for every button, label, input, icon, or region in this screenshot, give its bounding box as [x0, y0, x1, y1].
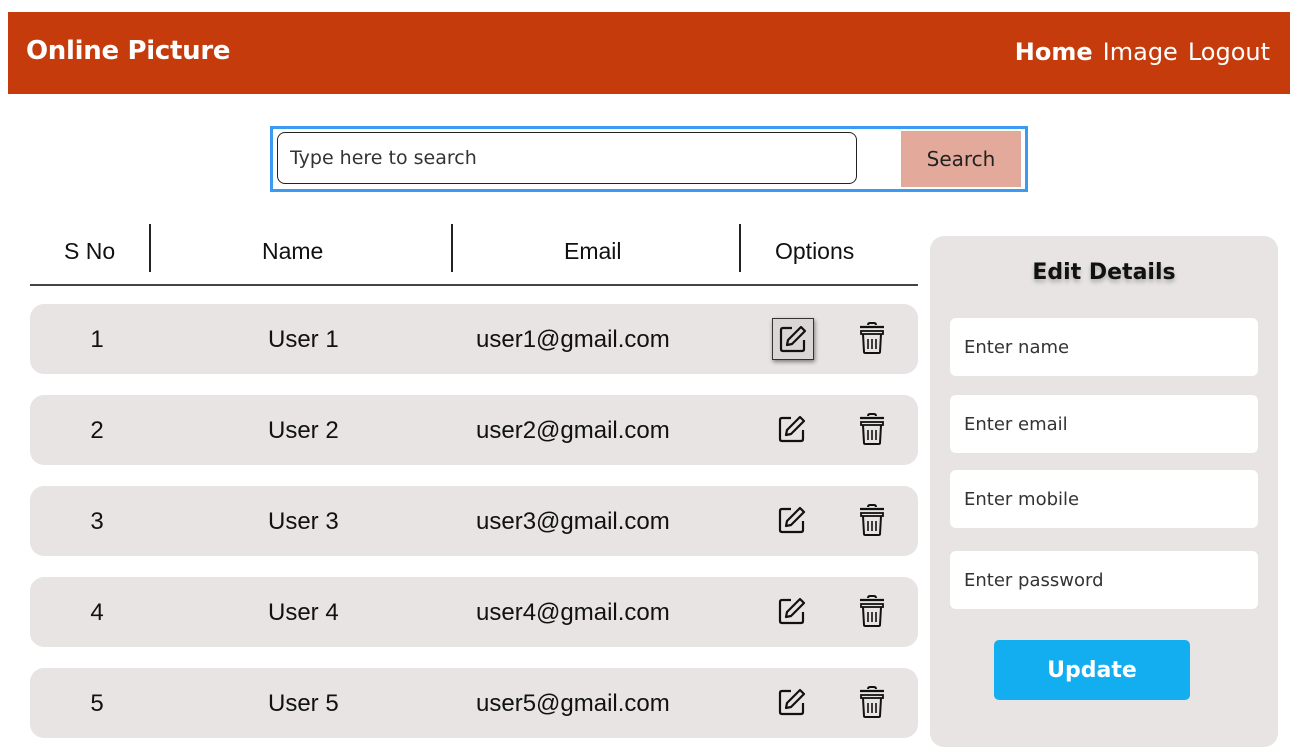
trash-icon — [860, 322, 884, 354]
edit-button[interactable] — [772, 318, 814, 360]
column-divider — [149, 224, 151, 272]
edit-icon — [778, 506, 806, 534]
trash-icon — [860, 595, 884, 627]
update-button[interactable]: Update — [994, 640, 1190, 700]
trash-icon — [860, 413, 884, 445]
table-row: 1 User 1 user1@gmail.com — [30, 304, 918, 374]
delete-button[interactable] — [852, 500, 892, 540]
row-name: User 3 — [268, 508, 339, 535]
delete-button[interactable] — [852, 591, 892, 631]
row-email: user1@gmail.com — [476, 326, 670, 353]
row-sno: 2 — [90, 417, 104, 444]
edit-icon — [778, 597, 806, 625]
row-email: user5@gmail.com — [476, 690, 670, 717]
mobile-field[interactable] — [950, 470, 1258, 528]
app-brand[interactable]: Online Picture — [26, 36, 231, 66]
row-email: user3@gmail.com — [476, 508, 670, 535]
email-field[interactable] — [950, 395, 1258, 453]
table-row: 2 User 2 user2@gmail.com — [30, 395, 918, 465]
nav-image[interactable]: Image — [1103, 38, 1178, 66]
column-header-email: Email — [564, 238, 622, 264]
column-header-sno: S No — [64, 238, 116, 264]
column-header-options: Options — [775, 238, 855, 264]
delete-button[interactable] — [852, 409, 892, 449]
delete-button[interactable] — [852, 682, 892, 722]
top-navbar: Online Picture Home Image Logout — [8, 12, 1290, 94]
nav-logout[interactable]: Logout — [1188, 38, 1270, 66]
row-email: user4@gmail.com — [476, 599, 670, 626]
delete-button[interactable] — [852, 318, 892, 358]
row-sno: 4 — [90, 599, 104, 626]
users-table: S No Name Email Options 1 User 1 user1@g… — [30, 222, 918, 738]
column-divider — [739, 224, 741, 272]
edit-button[interactable] — [772, 682, 812, 722]
table-row: 4 User 4 user4@gmail.com — [30, 577, 918, 647]
edit-icon — [778, 415, 806, 443]
table-row: 3 User 3 user3@gmail.com — [30, 486, 918, 556]
password-field[interactable] — [950, 551, 1258, 609]
table-row: 5 User 5 user5@gmail.com — [30, 668, 918, 738]
row-sno: 1 — [90, 326, 104, 353]
edit-icon — [779, 325, 807, 353]
edit-icon — [778, 688, 806, 716]
row-name: User 2 — [268, 417, 339, 444]
nav-home[interactable]: Home — [1015, 38, 1093, 66]
row-name: User 1 — [268, 326, 339, 353]
column-header-name: Name — [262, 238, 324, 264]
edit-button[interactable] — [772, 409, 812, 449]
edit-button[interactable] — [772, 591, 812, 631]
main-nav: Home Image Logout — [1015, 38, 1270, 66]
column-divider — [451, 224, 453, 272]
panel-title: Edit Details — [1032, 260, 1176, 285]
table-header: S No Name Email Options — [30, 222, 918, 286]
edit-button[interactable] — [772, 500, 812, 540]
row-name: User 4 — [268, 599, 339, 626]
row-email: user2@gmail.com — [476, 417, 670, 444]
trash-icon — [860, 504, 884, 536]
trash-icon — [860, 686, 884, 718]
search-bar: Search — [270, 126, 1028, 192]
search-button[interactable]: Search — [901, 131, 1021, 187]
edit-details-panel: Edit Details Update — [930, 236, 1278, 747]
name-field[interactable] — [950, 318, 1258, 376]
row-sno: 3 — [90, 508, 104, 535]
row-name: User 5 — [268, 690, 339, 717]
row-sno: 5 — [90, 690, 104, 717]
search-input[interactable] — [277, 132, 857, 184]
